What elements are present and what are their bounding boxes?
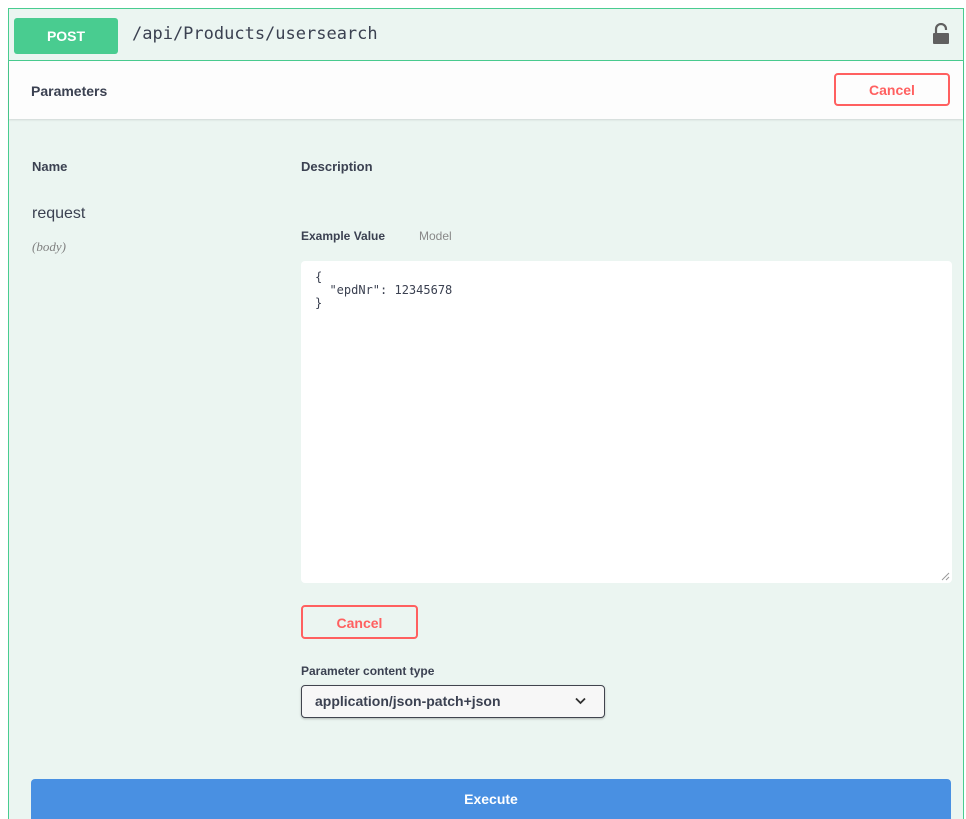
parameters-title: Parameters <box>31 83 108 99</box>
content-type-select[interactable]: application/json-patch+json <box>301 685 605 718</box>
request-body-text[interactable]: { "epdNr": 12345678 } <box>315 271 938 310</box>
http-method-badge: POST <box>14 18 118 54</box>
content-type-label: Parameter content type <box>301 664 435 678</box>
cancel-body-button[interactable]: Cancel <box>301 605 418 639</box>
lock-icon[interactable] <box>931 23 951 45</box>
cancel-try-out-button[interactable]: Cancel <box>834 73 950 106</box>
name-column-header: Name <box>32 159 68 174</box>
chevron-down-icon <box>575 697 586 705</box>
resize-handle-icon[interactable] <box>941 572 950 581</box>
tab-example-value[interactable]: Example Value <box>301 229 385 243</box>
tab-model[interactable]: Model <box>419 229 452 243</box>
endpoint-path: /api/Products/usersearch <box>132 24 378 44</box>
operation-block: POST /api/Products/usersearch Parameters… <box>8 8 964 819</box>
parameter-name: request <box>32 205 86 222</box>
execute-button[interactable]: Execute <box>31 779 951 819</box>
description-column-header: Description <box>301 159 373 174</box>
content-type-value: application/json-patch+json <box>315 693 501 709</box>
parameters-header: Parameters Cancel <box>9 61 963 119</box>
operation-summary[interactable]: POST /api/Products/usersearch <box>9 9 963 61</box>
parameter-location: (body) <box>32 239 66 254</box>
request-body-editor[interactable]: { "epdNr": 12345678 } <box>301 261 952 583</box>
